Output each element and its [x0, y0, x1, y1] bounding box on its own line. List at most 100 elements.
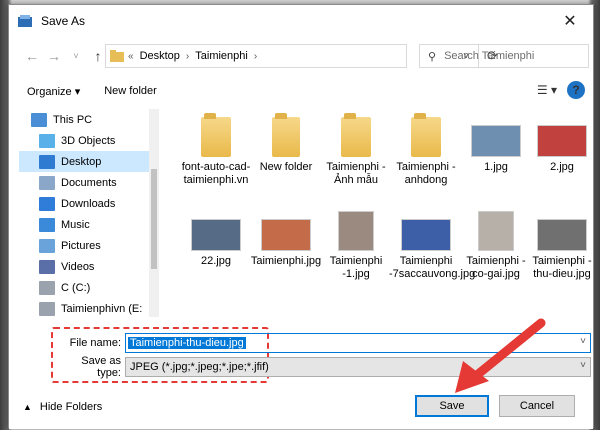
- chevron-right-icon[interactable]: ›: [254, 51, 257, 62]
- sidebar-item-desktop[interactable]: Desktop: [19, 151, 149, 172]
- sidebar-item-music[interactable]: Music: [19, 214, 149, 235]
- file-name-row: File name: Taimienphi-thu-dieu.jpg ˅: [61, 333, 591, 353]
- drive-icon: [39, 280, 55, 295]
- folder-icon: [201, 113, 231, 157]
- save-options-pane: File name: Taimienphi-thu-dieu.jpg ˅ Sav…: [9, 319, 593, 429]
- breadcrumb-desktop[interactable]: Desktop: [140, 50, 180, 62]
- image-thumbnail: [261, 219, 311, 251]
- file-item[interactable]: font-auto-cad-taimienphi.vn: [179, 113, 253, 187]
- file-item[interactable]: Taimienphi - Ảnh mẫu: [319, 113, 393, 187]
- sidebar-item-e-drive[interactable]: Taimienphivn (E:: [19, 298, 149, 317]
- overflow-prefix: «: [128, 50, 134, 62]
- folder-icon: [341, 113, 371, 157]
- file-list: font-auto-cad-taimienphi.vn New folder T…: [169, 109, 599, 319]
- file-type-select[interactable]: JPEG (*.jpg;*.jpeg;*.jpe;*.jfif) ˅: [125, 357, 591, 377]
- sidebar-item-label: Music: [61, 218, 90, 231]
- file-item[interactable]: Taimienphi -co-gai.jpg: [459, 209, 533, 281]
- folder-icon: [110, 50, 124, 62]
- save-button[interactable]: Save: [415, 395, 489, 417]
- file-item[interactable]: 1.jpg: [459, 115, 533, 174]
- file-item[interactable]: Taimienphi -anhdong: [389, 113, 463, 187]
- sidebar-item-label: Documents: [61, 176, 117, 189]
- file-type-row: Save as type: JPEG (*.jpg;*.jpeg;*.jpe;*…: [61, 355, 591, 379]
- file-item[interactable]: Taimienphi -7saccauvong.jpg: [389, 209, 475, 281]
- sidebar-item-c-drive[interactable]: C (C:): [19, 277, 149, 298]
- toolbar: Organize ▾ New folder ☰ ▾ ?: [9, 77, 593, 105]
- sidebar-item-pictures[interactable]: Pictures: [19, 235, 149, 256]
- file-name: Taimienphi.jpg: [250, 255, 322, 267]
- forward-icon[interactable]: →: [43, 44, 65, 68]
- view-controls: ☰ ▾ ?: [527, 81, 585, 99]
- file-type-label: Save as type:: [81, 355, 121, 379]
- sidebar-item-label: Downloads: [61, 197, 116, 210]
- file-name: 1.jpg: [484, 161, 508, 173]
- sidebar-item-3d-objects[interactable]: 3D Objects: [19, 130, 149, 151]
- sidebar-item-documents[interactable]: Documents: [19, 172, 149, 193]
- folder-icon: [411, 113, 441, 157]
- sidebar-item-downloads[interactable]: Downloads: [19, 193, 149, 214]
- navigation-pane: This PC 3D Objects Desktop Documents Dow…: [19, 109, 149, 317]
- search-icon: ⚲: [428, 50, 437, 63]
- view-options-icon[interactable]: ☰ ▾: [537, 83, 557, 97]
- back-icon[interactable]: ←: [21, 44, 43, 68]
- hide-folders-button[interactable]: ▲ Hide Folders: [23, 401, 102, 413]
- help-icon[interactable]: ?: [567, 81, 585, 99]
- address-row: ← → ˅ ↑ « Desktop › Taimienphi › ˅ ⟳ ⚲ S…: [9, 42, 593, 70]
- hide-folders-label: Hide Folders: [39, 401, 103, 413]
- file-item[interactable]: Taimienphi.jpg: [249, 209, 323, 268]
- search-input[interactable]: ⚲ Search Taimienphi: [419, 44, 589, 68]
- file-name: Taimienphi -thu-dieu.jpg: [532, 255, 592, 280]
- app-icon: [18, 15, 32, 27]
- sidebar-item-label: This PC: [53, 113, 93, 126]
- breadcrumb-taimienphi[interactable]: Taimienphi: [195, 50, 248, 62]
- pictures-icon: [39, 238, 55, 253]
- sidebar-item-label: Videos: [61, 260, 95, 273]
- file-item[interactable]: 2.jpg: [525, 115, 599, 174]
- organize-button[interactable]: Organize ▾: [27, 85, 80, 98]
- file-item[interactable]: 22.jpg: [179, 209, 253, 268]
- drive-icon: [39, 301, 55, 316]
- image-thumbnail: [471, 125, 521, 157]
- chevron-up-icon: ▲: [23, 402, 32, 412]
- window-title: Save As: [41, 14, 86, 28]
- scrollbar-thumb[interactable]: [151, 169, 157, 269]
- sidebar-item-this-pc[interactable]: This PC: [19, 109, 149, 130]
- file-name-label: File name:: [69, 337, 121, 349]
- cancel-button[interactable]: Cancel: [499, 395, 575, 417]
- close-icon[interactable]: ✕: [547, 5, 593, 37]
- download-icon: [39, 196, 55, 211]
- cube-icon: [39, 133, 55, 148]
- file-name: Taimienphi -1.jpg: [329, 255, 383, 280]
- music-icon: [39, 217, 55, 232]
- file-name: New folder: [259, 161, 313, 173]
- file-name: Taimienphi -co-gai.jpg: [466, 255, 526, 280]
- new-folder-button[interactable]: New folder: [104, 85, 157, 97]
- save-as-dialog: Save As ✕ ← → ˅ ↑ « Desktop › Taimienphi…: [8, 4, 594, 429]
- desktop-icon: [39, 154, 55, 169]
- address-bar[interactable]: « Desktop › Taimienphi › ˅ ⟳: [105, 44, 498, 68]
- pc-icon: [31, 112, 47, 127]
- image-thumbnail: [191, 219, 241, 251]
- sidebar-item-label: 3D Objects: [61, 134, 116, 147]
- file-item[interactable]: Taimienphi -thu-dieu.jpg: [525, 209, 599, 281]
- video-icon: [39, 259, 55, 274]
- sidebar-item-label: Desktop: [61, 155, 102, 168]
- sidebar-item-videos[interactable]: Videos: [19, 256, 149, 277]
- file-name-input[interactable]: Taimienphi-thu-dieu.jpg ˅: [125, 333, 591, 353]
- sidebar-item-label: C (C:): [61, 281, 91, 294]
- chevron-down-icon[interactable]: ˅: [580, 336, 586, 347]
- title-bar: Save As: [9, 5, 593, 37]
- file-type-value: JPEG (*.jpg;*.jpeg;*.jpe;*.jfif): [130, 361, 269, 373]
- chevron-down-icon: ˅: [580, 360, 586, 371]
- file-name-value: Taimienphi-thu-dieu.jpg: [128, 337, 246, 349]
- image-thumbnail: [338, 211, 374, 251]
- sidebar-scrollbar[interactable]: [149, 109, 159, 317]
- chevron-right-icon: ›: [185, 50, 190, 62]
- file-item[interactable]: Taimienphi -1.jpg: [319, 209, 393, 281]
- file-name: Taimienphi -anhdong: [396, 161, 456, 186]
- image-thumbnail: [478, 211, 514, 251]
- document-icon: [39, 175, 55, 190]
- recent-dropdown-icon[interactable]: ˅: [65, 44, 87, 68]
- file-item[interactable]: New folder: [249, 113, 323, 174]
- image-thumbnail: [537, 125, 587, 157]
